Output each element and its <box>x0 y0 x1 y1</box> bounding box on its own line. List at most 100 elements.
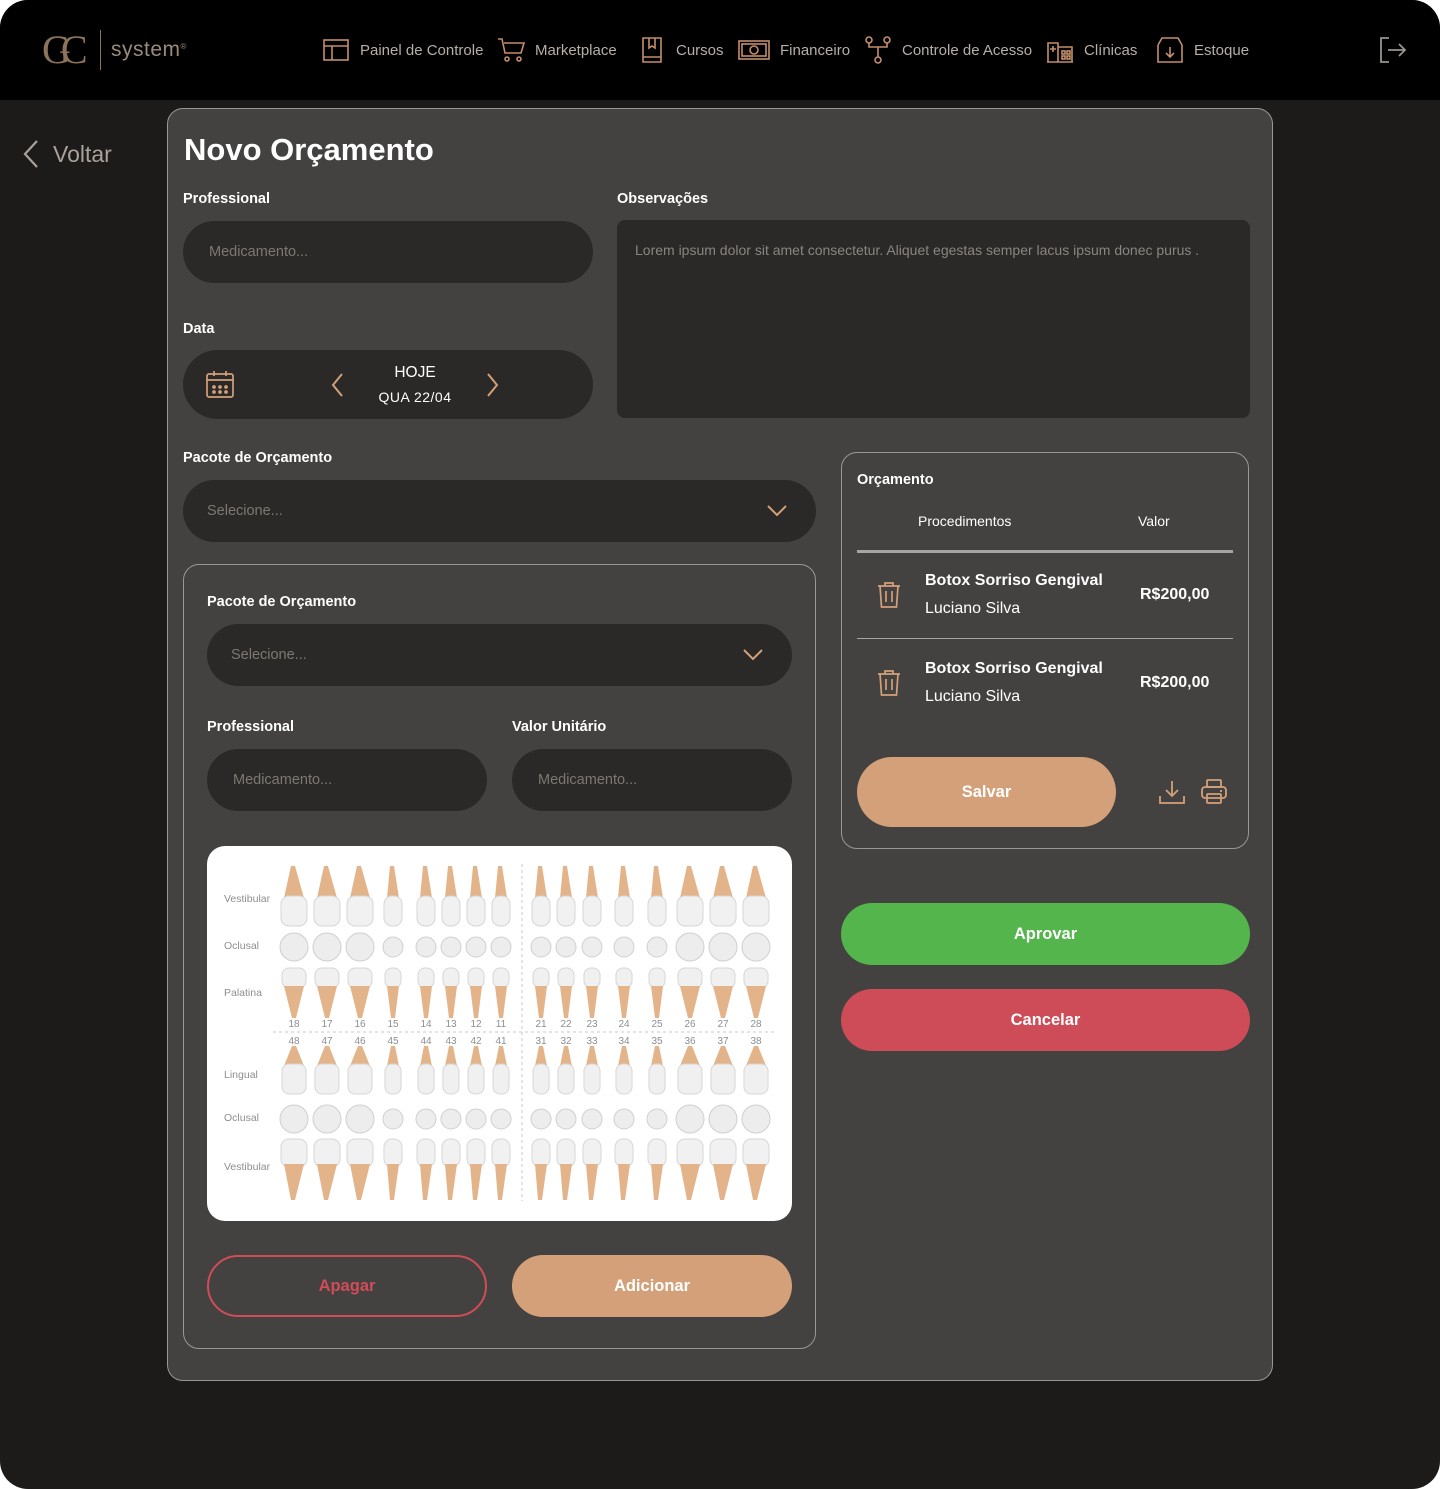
tooth-root <box>713 1164 733 1200</box>
trash-icon[interactable] <box>877 669 901 697</box>
nav-item-painel[interactable]: Painel de Controle <box>322 36 483 64</box>
date-today: HOJE <box>394 364 436 381</box>
nav-label: Painel de Controle <box>360 41 484 59</box>
tooth-root <box>284 986 304 1018</box>
cancelar-button[interactable]: Cancelar <box>841 989 1250 1051</box>
tooth-root <box>420 866 432 898</box>
tooth-crown <box>743 967 769 989</box>
nav-item-clinicas[interactable]: Clínicas <box>1046 36 1137 64</box>
tooth-root <box>535 986 547 1018</box>
tooth-root <box>350 1164 370 1200</box>
tooth-crown <box>742 895 770 927</box>
tooth-crown <box>442 967 460 989</box>
pacote-label: Pacote de Orçamento <box>183 450 333 466</box>
logout-icon[interactable] <box>1378 36 1408 66</box>
tooth-crown <box>743 1063 769 1095</box>
tooth-number: 25 <box>651 1019 663 1030</box>
tooth-crown <box>314 1063 340 1095</box>
nav-item-estoque[interactable]: Estoque <box>1156 36 1249 64</box>
nav-item-cursos[interactable]: Cursos <box>638 36 724 64</box>
nav-label: Cursos <box>676 41 724 59</box>
tooth-crown <box>383 1138 403 1168</box>
pacote-select[interactable]: Selecione... <box>183 480 816 542</box>
tooth-crown <box>556 895 576 927</box>
tooth-root <box>586 1046 598 1066</box>
tooth-crown <box>347 1063 373 1095</box>
app-frame: GC system® Painel de Controle Marketplac… <box>0 0 1440 1489</box>
tooth-root <box>535 1046 547 1066</box>
tooth-crown <box>677 1063 703 1095</box>
salvar-button[interactable]: Salvar <box>857 757 1116 827</box>
tooth-crown <box>313 1138 341 1168</box>
print-icon[interactable] <box>1200 778 1228 806</box>
nav-item-marketplace[interactable]: Marketplace <box>497 36 617 64</box>
tooth-crown <box>615 1063 633 1095</box>
tooth-root <box>651 1164 663 1200</box>
tooth-root <box>495 1046 507 1066</box>
tooth-crown <box>384 1063 402 1095</box>
tooth-occlusal <box>345 932 375 962</box>
aprovar-button[interactable]: Aprovar <box>841 903 1250 965</box>
col-procedimentos: Procedimentos <box>918 513 1012 529</box>
back-label: Voltar <box>53 140 112 167</box>
tooth-root <box>350 866 370 898</box>
tooth-number: 22 <box>560 1019 572 1030</box>
tooth-crown <box>710 967 736 989</box>
chevron-left-icon <box>23 140 38 168</box>
tooth-root <box>495 1164 507 1200</box>
chevron-left-icon <box>331 373 343 397</box>
observacoes-label: Observações <box>617 191 709 207</box>
tooth-crown <box>492 1063 510 1095</box>
tooth-root <box>470 1046 482 1066</box>
tooth-crown <box>647 1138 667 1168</box>
row-label: Palatina <box>224 987 262 999</box>
top-navbar: GC system® Painel de Controle Marketplac… <box>0 0 1440 100</box>
nav-item-financeiro[interactable]: Financeiro <box>738 36 850 64</box>
row-divider <box>857 638 1233 639</box>
nav-item-controle[interactable]: Controle de Acesso <box>864 36 1032 64</box>
professional-input[interactable]: Medicamento... <box>183 221 593 283</box>
tooth-occlusal <box>741 932 771 962</box>
tooth-crown <box>557 967 575 989</box>
tooth-occlusal <box>741 1104 771 1134</box>
observacoes-textarea[interactable]: Lorem ipsum dolor sit amet consectetur. … <box>617 220 1250 418</box>
back-button[interactable]: Voltar <box>22 138 112 170</box>
tooth-crown <box>676 895 704 927</box>
tooth-root <box>387 1164 399 1200</box>
adicionar-button[interactable]: Adicionar <box>512 1255 792 1317</box>
tooth-root <box>445 986 457 1018</box>
tooth-occlusal <box>675 932 705 962</box>
sub-pacote-select[interactable]: Selecione... <box>207 624 792 686</box>
trash-icon[interactable] <box>877 581 901 609</box>
layout-icon <box>322 36 350 64</box>
professional-label: Professional <box>183 191 271 207</box>
tooth-number: 42 <box>470 1036 482 1047</box>
tooth-crown <box>710 1063 736 1095</box>
tooth-crown <box>557 1063 575 1095</box>
apagar-button[interactable]: Apagar <box>207 1255 487 1317</box>
tooth-root <box>713 1046 733 1066</box>
tooth-crown <box>467 967 485 989</box>
tooth-crown <box>677 967 703 989</box>
tooth-occlusal <box>490 936 512 958</box>
tooth-root <box>420 1046 432 1066</box>
header-divider <box>857 550 1233 553</box>
tooth-occlusal <box>382 1108 404 1130</box>
tooth-number: 34 <box>618 1036 630 1047</box>
date-picker: HOJE QUA 22/04 <box>183 350 593 419</box>
logo-text: system® <box>111 38 187 62</box>
tooth-root <box>651 1046 663 1066</box>
valor-unitario-input[interactable]: Medicamento... <box>512 749 792 811</box>
tooth-root <box>420 1164 432 1200</box>
sub-professional-input[interactable]: Medicamento... <box>207 749 487 811</box>
download-icon[interactable] <box>1158 778 1186 806</box>
tooth-number: 32 <box>560 1036 572 1047</box>
brand-logo[interactable]: GC system® <box>42 28 187 72</box>
tooth-root <box>317 866 337 898</box>
tooth-number: 41 <box>495 1036 507 1047</box>
tooth-occlusal <box>312 1104 342 1134</box>
nav-label: Clínicas <box>1084 41 1138 59</box>
tooth-crown <box>467 1063 485 1095</box>
tooth-occlusal <box>415 1108 437 1130</box>
tooth-crown <box>709 895 737 927</box>
